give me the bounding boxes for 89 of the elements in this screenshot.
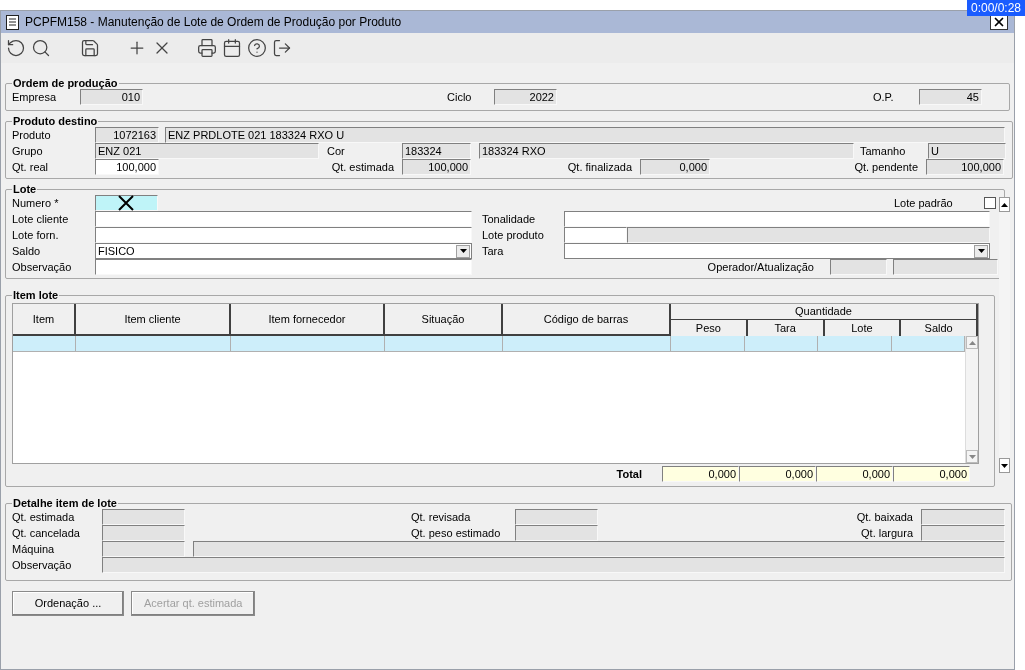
section-title: Ordem de produção <box>12 77 119 89</box>
dropdown[interactable]: FISICO <box>95 243 472 259</box>
text-field[interactable]: ENZ PRDLOTE 021 183324 RXO U <box>165 127 1005 143</box>
field-label: Cor <box>327 144 346 159</box>
checkbox[interactable] <box>984 197 996 209</box>
field-label: Lote forn. <box>12 228 60 243</box>
dropdown[interactable] <box>564 243 990 259</box>
window-title: PCPFM158 - Manutenção de Lote de Ordem de Produção por Produto <box>25 14 403 31</box>
input-field[interactable] <box>95 259 472 275</box>
field-label: Grupo <box>12 144 44 159</box>
save-icon[interactable] <box>80 38 100 58</box>
text-field[interactable]: 1072163 <box>95 127 159 143</box>
text-field[interactable]: 183324 <box>402 143 471 159</box>
exit-icon[interactable] <box>272 38 292 58</box>
text-field[interactable] <box>515 509 598 525</box>
search-icon[interactable] <box>31 38 51 58</box>
text-field[interactable] <box>921 525 1005 541</box>
field-label: Qt. finalizada <box>566 160 633 175</box>
field-label: O.P. <box>873 90 895 105</box>
field-label: Lote padrão <box>894 196 954 211</box>
total-label: Total <box>615 466 643 482</box>
field-label: Lote produto <box>482 228 545 243</box>
field-label: Qt. baixada <box>855 510 914 525</box>
field-label: Numero * <box>12 196 60 211</box>
section-title: Produto destino <box>12 115 99 127</box>
field-label: Tamanho <box>860 144 907 159</box>
total-field[interactable]: 0,000 <box>816 466 893 482</box>
text-field[interactable] <box>102 509 185 525</box>
total-field[interactable]: 0,000 <box>662 466 739 482</box>
calendar-icon[interactable] <box>222 38 242 58</box>
text-field[interactable]: 0,000 <box>640 159 710 175</box>
player-time: 0:00/0:28 <box>966 0 1025 16</box>
text-field[interactable]: 183324 RXO <box>479 143 854 159</box>
text-field[interactable]: ENZ 021 <box>95 143 319 159</box>
text-field[interactable]: 100,000 <box>95 159 159 175</box>
help-icon[interactable] <box>247 38 267 58</box>
text-field[interactable]: 100,000 <box>926 159 1004 175</box>
field-label: Observação <box>12 558 73 573</box>
text-field[interactable] <box>515 525 598 541</box>
text-field[interactable]: 2022 <box>494 89 557 105</box>
section-title: Detalhe item de lote <box>12 497 118 509</box>
text-field[interactable]: 010 <box>80 89 143 105</box>
field-label: Saldo <box>12 244 42 259</box>
field-label: Qt. revisada <box>411 510 472 525</box>
input-field[interactable] <box>564 227 627 243</box>
cursor-icon <box>117 194 135 212</box>
field-label: Máquina <box>12 542 56 557</box>
text-field[interactable] <box>193 541 1005 557</box>
scroll-down-icon[interactable] <box>1001 463 1008 468</box>
field-label: Qt. estimada <box>330 160 395 175</box>
field-label: Qt. pendente <box>853 160 919 175</box>
scrollbar[interactable] <box>999 197 1010 473</box>
field-label: Qt. estimada <box>12 510 76 525</box>
field-label: Ciclo <box>447 90 473 105</box>
field-label: Qt. peso estimado <box>411 526 502 541</box>
text-field[interactable]: 45 <box>919 89 982 105</box>
undo-icon[interactable] <box>6 38 26 58</box>
text-field[interactable] <box>893 259 998 275</box>
text-field[interactable] <box>102 541 185 557</box>
field-label: Produto <box>12 128 52 143</box>
text-field[interactable] <box>627 227 990 243</box>
field-label: Tara <box>482 244 505 259</box>
input-field[interactable] <box>95 211 472 227</box>
field-label: Qt. cancelada <box>12 526 81 541</box>
text-field[interactable] <box>102 557 1005 573</box>
field-label: Operador/Atualização <box>706 260 815 275</box>
total-field[interactable]: 0,000 <box>893 466 970 482</box>
document-icon <box>6 14 19 30</box>
scroll-up-icon[interactable] <box>1001 202 1008 207</box>
printer-icon[interactable] <box>197 38 217 58</box>
total-field[interactable]: 0,000 <box>739 466 816 482</box>
column-group-header: Quantidade <box>671 304 978 320</box>
text-field[interactable] <box>830 259 887 275</box>
field-label: Qt. real <box>12 160 50 175</box>
section-title: Item lote <box>12 289 60 301</box>
input-field[interactable] <box>564 211 990 227</box>
input-field[interactable] <box>95 195 158 211</box>
text-field[interactable]: U <box>928 143 1006 159</box>
input-field[interactable] <box>95 227 472 243</box>
field-label: Empresa <box>12 90 58 105</box>
field-label: Qt. largura <box>860 526 914 541</box>
section-title: Lote <box>12 183 38 195</box>
field-label: Tonalidade <box>482 212 537 227</box>
text-field[interactable] <box>921 509 1005 525</box>
field-label: Lote cliente <box>12 212 70 227</box>
field-label: Observação <box>12 260 73 275</box>
action-button[interactable]: Ordenação ... <box>12 591 124 616</box>
text-field[interactable] <box>102 525 185 541</box>
text-field[interactable]: 100,000 <box>402 159 471 175</box>
